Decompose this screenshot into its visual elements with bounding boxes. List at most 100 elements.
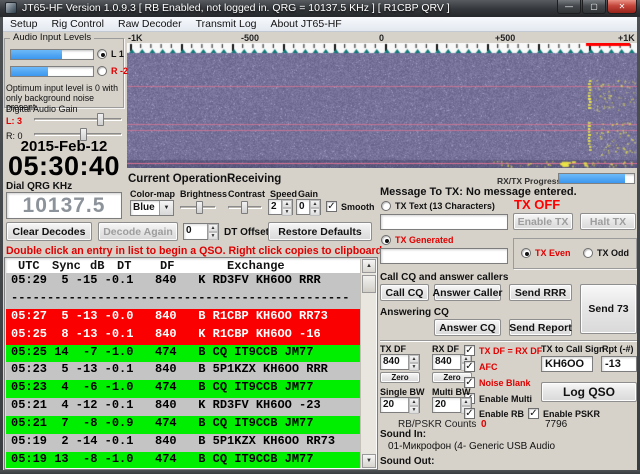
clear-decodes-button[interactable]: Clear Decodes [6, 222, 92, 241]
decode-row[interactable]: 05:29 5 -15 -0.1 840 K RD3FV KH6OO RRR [6, 273, 360, 291]
tx-text-radio[interactable]: TX Text (13 Characters) [381, 201, 495, 211]
checkbox-box[interactable]: ✓ [528, 408, 539, 419]
menu-setup[interactable]: Setup [3, 18, 44, 30]
answer-caller-button[interactable]: Answer Caller [434, 284, 501, 301]
minimize-button[interactable]: — [557, 0, 581, 14]
slider-groove [34, 133, 122, 136]
col-df: DF [160, 259, 174, 273]
radio-circle[interactable] [381, 235, 391, 245]
menu-rig-control[interactable]: Rig Control [44, 18, 111, 30]
spinner-down-icon[interactable]: ▼ [208, 232, 218, 240]
decode-row[interactable]: 05:23 4 -6 -1.0 474 B CQ IT9CCB JM77 [6, 380, 360, 398]
gain-spinner[interactable]: 0▲▼ [296, 199, 321, 215]
audio-channel-left-radio[interactable]: L 1 [97, 49, 124, 59]
call-cq-button[interactable]: Call CQ [380, 284, 429, 301]
enable-tx-button[interactable]: Enable TX [513, 213, 573, 230]
spinner-up-icon[interactable]: ▲ [310, 200, 320, 208]
spinner-up-icon[interactable]: ▲ [461, 398, 471, 406]
answer-cq-button[interactable]: Answer CQ [434, 319, 501, 336]
waterfall-display[interactable] [127, 43, 638, 168]
restore-defaults-button[interactable]: Restore Defaults [268, 222, 372, 241]
tx-odd-radio[interactable]: TX Odd [583, 248, 629, 258]
decode-row[interactable]: 05:23 5 -13 -0.1 840 B 5P1KZX KH6OO RRR [6, 362, 360, 380]
smooth-checkbox[interactable]: ✓Smooth [326, 201, 375, 212]
contrast-slider[interactable] [228, 201, 262, 214]
slider-thumb[interactable] [196, 201, 203, 214]
checkbox-box[interactable]: ✓ [464, 361, 475, 372]
tx-even-radio[interactable]: TX Even [521, 248, 571, 258]
scrollbar-thumb[interactable] [362, 275, 376, 293]
slider-thumb[interactable] [241, 201, 248, 214]
brightness-slider[interactable] [180, 201, 216, 214]
enable-pskr-checkbox[interactable]: ✓Enable PSKR [528, 408, 600, 419]
spinner-value: 840 [433, 355, 460, 369]
colormap-dropdown[interactable]: Blue ▼ [130, 200, 174, 216]
txdf-eq-rxdf-checkbox[interactable]: ✓TX DF = RX DF [464, 345, 542, 356]
decode-row[interactable]: 05:19 13 -8 -1.0 474 B CQ IT9CCB JM77 [6, 452, 360, 468]
checkbox-box[interactable]: ✓ [464, 408, 475, 419]
tx-df-spinner[interactable]: 840▲▼ [380, 354, 420, 370]
checkbox-box[interactable]: ✓ [326, 201, 337, 212]
titlebar[interactable]: JT65-HF Version 1.0.9.3 [ RB Enabled, no… [0, 0, 640, 17]
radio-circle[interactable] [97, 66, 107, 76]
tx-to-call-sign-input[interactable] [541, 356, 593, 372]
enable-rb-checkbox[interactable]: ✓Enable RB [464, 408, 524, 419]
decode-row[interactable]: 05:25 8 -13 -0.1 840 K R1CBP KH6OO -16 [6, 327, 360, 345]
maximize-button[interactable]: ▢ [582, 0, 606, 14]
scroll-up-icon[interactable]: ▲ [362, 259, 376, 273]
send-73-button[interactable]: Send 73 [580, 284, 637, 334]
close-button[interactable]: ✕ [607, 0, 637, 14]
menu-raw-decoder[interactable]: Raw Decoder [111, 18, 189, 30]
menu-about[interactable]: About JT65-HF [264, 18, 349, 30]
radio-circle[interactable] [381, 201, 391, 211]
window-title: JT65-HF Version 1.0.9.3 [ RB Enabled, no… [22, 2, 450, 14]
tx-df-zero-button[interactable]: Zero [380, 372, 420, 383]
decode-row[interactable]: 05:27 5 -13 -0.0 840 B R1CBP KH6OO RR73 [6, 309, 360, 327]
minimize-icon: — [565, 2, 573, 11]
spinner-down-icon[interactable]: ▼ [409, 406, 419, 414]
tx-generated-radio[interactable]: TX Generated [381, 235, 454, 245]
spinner-up-icon[interactable]: ▲ [282, 200, 292, 208]
tx-text-input[interactable] [380, 214, 508, 230]
single-bw-spinner[interactable]: 20▲▼ [380, 397, 420, 413]
left-gain-slider[interactable] [34, 113, 122, 126]
audio-channel-right-radio[interactable]: R -2 [97, 66, 128, 76]
tx-generated-input[interactable] [380, 248, 508, 264]
noise-blank-checkbox[interactable]: ✓Noise Blank [464, 377, 531, 388]
spinner-up-icon[interactable]: ▲ [409, 355, 419, 363]
spinner-up-icon[interactable]: ▲ [409, 398, 419, 406]
halt-tx-button[interactable]: Halt TX [580, 213, 636, 230]
speed-label: Speed [270, 189, 297, 199]
log-qso-button[interactable]: Log QSO [541, 382, 637, 402]
decode-row[interactable]: 05:21 7 -8 -0.9 474 B CQ IT9CCB JM77 [6, 416, 360, 434]
spinner-down-icon[interactable]: ▼ [409, 363, 419, 371]
decode-row[interactable]: 05:19 2 -14 -0.1 840 B 5P1KZX KH6OO RR73 [6, 434, 360, 452]
checkbox-box[interactable]: ✓ [464, 345, 475, 356]
speed-spinner[interactable]: 2▲▼ [268, 199, 293, 215]
col-utc: UTC [18, 259, 40, 273]
scroll-down-icon[interactable]: ▼ [362, 454, 376, 468]
decode-row[interactable]: 05:21 4 -12 -0.1 840 K RD3FV KH6OO -23 [6, 398, 360, 416]
enable-multi-checkbox[interactable]: ✓Enable Multi [464, 393, 532, 404]
rpt-input[interactable] [601, 356, 637, 372]
send-report-button[interactable]: Send Report [509, 319, 572, 336]
menu-transmit-log[interactable]: Transmit Log [189, 18, 264, 30]
afc-checkbox[interactable]: ✓AFC [464, 361, 498, 372]
spinner-up-icon[interactable]: ▲ [208, 224, 218, 232]
radio-label: TX Text (13 Characters) [395, 201, 495, 211]
radio-circle[interactable] [97, 49, 107, 59]
spinner-down-icon[interactable]: ▼ [310, 208, 320, 216]
spinner-value: 0 [184, 224, 207, 239]
rxtx-progress-bar [558, 173, 635, 184]
table-scrollbar[interactable]: ▲ ▼ [360, 259, 376, 468]
decode-separator-row[interactable]: ----------------------------------------… [6, 291, 360, 309]
decode-row[interactable]: 05:25 14 -7 -1.0 474 B CQ IT9CCB JM77 [6, 345, 360, 363]
radio-circle[interactable] [583, 248, 593, 258]
decode-again-button[interactable]: Decode Again [98, 222, 178, 241]
spinner-down-icon[interactable]: ▼ [282, 208, 292, 216]
dt-offset-spinner[interactable]: 0▲▼ [183, 223, 219, 240]
slider-thumb[interactable] [97, 113, 104, 126]
radio-circle[interactable] [521, 248, 531, 258]
dropdown-arrow-icon[interactable]: ▼ [159, 201, 173, 215]
send-rrr-button[interactable]: Send RRR [509, 284, 572, 301]
